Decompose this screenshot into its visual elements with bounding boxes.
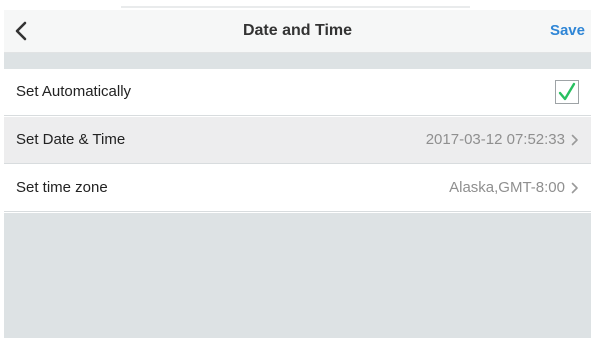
set-automatically-row[interactable]: Set Automatically — [4, 69, 591, 116]
section-gap — [4, 53, 591, 69]
checkmark-icon — [558, 82, 576, 101]
chevron-right-icon — [571, 134, 579, 146]
chevron-left-icon — [15, 21, 27, 41]
chevron-right-icon — [571, 182, 579, 194]
divider — [121, 6, 470, 8]
row-label: Set Automatically — [16, 83, 132, 100]
date-time-value: 2017-03-12 07:52:33 — [425, 131, 565, 148]
save-button[interactable]: Save — [550, 10, 585, 52]
row-label: Set Date & Time — [16, 131, 126, 148]
empty-panel — [4, 213, 591, 338]
page-title: Date and Time — [242, 22, 353, 39]
date-time-screen: Date and Time Save Set Automatically Set… — [0, 0, 591, 338]
set-automatically-checkbox[interactable] — [555, 80, 579, 104]
set-date-time-row[interactable]: Set Date & Time 2017-03-12 07:52:33 — [4, 117, 591, 164]
top-strip — [0, 0, 591, 8]
row-label: Set time zone — [16, 179, 108, 196]
time-zone-value: Alaska,GMT-8:00 — [449, 179, 565, 196]
header-bar: Date and Time Save — [4, 10, 591, 53]
set-time-zone-row[interactable]: Set time zone Alaska,GMT-8:00 — [4, 165, 591, 212]
back-button[interactable] — [10, 18, 34, 44]
